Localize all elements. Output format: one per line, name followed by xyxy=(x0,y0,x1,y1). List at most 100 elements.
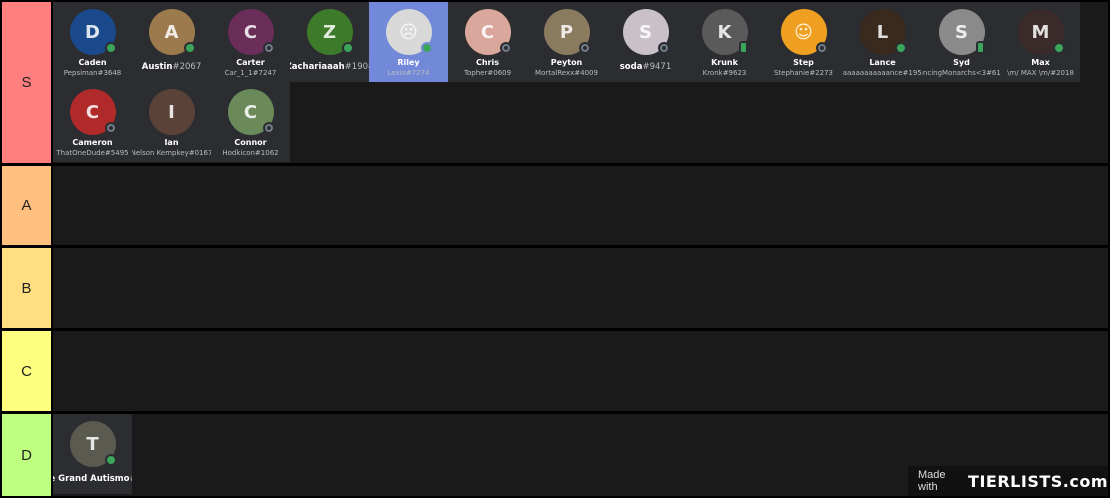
user-tag: Pepsiman#3648 xyxy=(63,69,122,77)
user-tag: Nelson Kempkey#0167 xyxy=(132,149,211,157)
user-tag: Hodkicon#1062 xyxy=(222,149,279,157)
tier-item-card[interactable]: M Max \m/ MAX \m/#2018 xyxy=(1001,2,1080,82)
avatar: S xyxy=(938,9,985,55)
user-tag: DancingMonarchs<3#6108 xyxy=(922,69,1001,77)
tier-items-c[interactable] xyxy=(53,331,1108,411)
user-discriminator: #98 xyxy=(130,474,133,484)
user-name: Connor xyxy=(234,138,267,147)
tier-row-c: C xyxy=(2,331,1108,411)
user-name: Riley xyxy=(397,58,420,67)
avatar: ☺ xyxy=(780,9,828,55)
user-name: Zachariaaah xyxy=(290,62,345,72)
tier-label-a[interactable]: A xyxy=(2,166,51,245)
user-name: Krunk xyxy=(711,58,738,67)
tier-label-d[interactable]: D xyxy=(2,414,51,496)
user-name-line: Zachariaaah#1908 xyxy=(290,62,369,72)
avatar: I xyxy=(148,89,195,135)
online-status-icon xyxy=(183,42,196,54)
avatar: D xyxy=(69,9,117,55)
user-name: Chris xyxy=(475,58,499,67)
offline-status-icon xyxy=(578,42,591,54)
tier-item-card[interactable]: C Chris Topher#0609 xyxy=(448,2,527,82)
avatar: C xyxy=(227,9,275,55)
tier-item-card[interactable]: ☺ Step Stephanie#2273 xyxy=(764,2,843,82)
tier-item-card[interactable]: C Carter Car_1_1#7247 xyxy=(211,2,290,82)
tier-item-card[interactable]: I Ian Nelson Kempkey#0167 xyxy=(132,82,211,162)
avatar: A xyxy=(148,9,196,55)
user-tag: Stephanie#2273 xyxy=(773,69,834,77)
user-tag: Laaaaaaaaaaance#1954 xyxy=(843,69,922,77)
user-name: Cameron xyxy=(72,138,113,147)
tier-item-card[interactable]: Z Zachariaaah#1908 xyxy=(290,2,369,82)
avatar: ☹ xyxy=(385,9,433,55)
tier-item-card[interactable]: T The Grand Autismo#98 xyxy=(53,414,132,494)
online-status-icon xyxy=(104,454,117,466)
user-name-line: The Grand Autismo#98 xyxy=(53,474,132,484)
made-with-badge[interactable]: Made with TIERLISTS.com xyxy=(908,466,1108,496)
tier-label-b[interactable]: B xyxy=(2,248,51,328)
user-tag: Topher#0609 xyxy=(463,69,512,77)
tier-item-card[interactable]: L Lance Laaaaaaaaaaance#1954 xyxy=(843,2,922,82)
offline-status-icon xyxy=(657,42,670,54)
avatar: C xyxy=(69,89,117,135)
mobile-status-icon xyxy=(738,41,748,54)
tier-item-card[interactable]: A Austin#2067 xyxy=(132,2,211,82)
user-name: soda xyxy=(619,62,643,72)
offline-status-icon xyxy=(262,42,275,54)
user-name: Carter xyxy=(236,58,265,67)
user-name: Austin xyxy=(141,62,173,72)
avatar: L xyxy=(859,9,907,55)
avatar: C xyxy=(227,89,275,135)
offline-status-icon xyxy=(262,122,275,134)
user-name: Ian xyxy=(164,138,179,147)
avatar: P xyxy=(543,9,591,55)
made-with-text: Made with xyxy=(918,469,946,493)
tierlists-logo: TIERLISTS.com xyxy=(968,471,1108,491)
tier-list: S D Caden Pepsiman#3648 A Austin#2067 C Carter… xyxy=(0,0,1110,498)
tier-item-card[interactable]: K Krunk Kronk#9623 xyxy=(685,2,764,82)
offline-status-icon xyxy=(815,42,828,54)
avatar: S xyxy=(622,9,670,55)
online-status-icon xyxy=(341,42,354,54)
user-tag: Lexio#7274 xyxy=(387,69,430,77)
online-status-icon xyxy=(1052,42,1065,54)
tier-item-card[interactable]: C Connor Hodkicon#1062 xyxy=(211,82,290,162)
user-name-line: soda#9471 xyxy=(620,62,672,72)
tier-items-a[interactable] xyxy=(53,166,1108,245)
online-status-icon xyxy=(420,42,433,54)
tier-label-s[interactable]: S xyxy=(2,2,51,163)
tier-label-c[interactable]: C xyxy=(2,331,51,411)
tier-item-card[interactable]: P Peyton MortalRexx#4009 xyxy=(527,2,606,82)
tier-row-s: S D Caden Pepsiman#3648 A Austin#2067 C Carter… xyxy=(2,2,1108,163)
user-name: Lance xyxy=(869,58,896,67)
user-name: The Grand Autismo xyxy=(53,474,130,484)
user-discriminator: #9471 xyxy=(642,62,672,72)
user-name: Caden xyxy=(78,58,107,67)
avatar: K xyxy=(701,9,748,55)
user-name: Step xyxy=(793,58,814,67)
tier-item-card[interactable]: Ssoda#9471 xyxy=(606,2,685,82)
tier-item-card[interactable]: C Cameron ThatOneDude#5495 xyxy=(53,82,132,162)
avatar: T xyxy=(69,421,117,467)
user-discriminator: #1908 xyxy=(344,62,369,72)
tier-items-b[interactable] xyxy=(53,248,1108,328)
user-tag: MortalRexx#4009 xyxy=(535,69,598,77)
user-discriminator: #2067 xyxy=(172,62,202,72)
offline-status-icon xyxy=(104,122,117,134)
user-name-line: Austin#2067 xyxy=(142,62,201,72)
user-name: Peyton xyxy=(550,58,583,67)
tier-item-card[interactable]: ☹ Riley Lexio#7274 xyxy=(369,2,448,82)
user-name: Max xyxy=(1031,58,1050,67)
tier-item-card[interactable]: S Syd DancingMonarchs<3#6108 xyxy=(922,2,1001,82)
online-status-icon xyxy=(894,42,907,54)
avatar: M xyxy=(1017,9,1065,55)
offline-status-icon xyxy=(499,42,512,54)
online-status-icon xyxy=(104,42,117,54)
user-tag: Kronk#9623 xyxy=(702,69,747,77)
avatar: C xyxy=(464,9,512,55)
tier-items-s[interactable]: D Caden Pepsiman#3648 A Austin#2067 C Carter Ca… xyxy=(53,2,1108,163)
avatar: Z xyxy=(306,9,354,55)
user-tag: ThatOneDude#5495 xyxy=(56,149,129,157)
tier-item-card[interactable]: D Caden Pepsiman#3648 xyxy=(53,2,132,82)
tier-row-b: B xyxy=(2,248,1108,328)
